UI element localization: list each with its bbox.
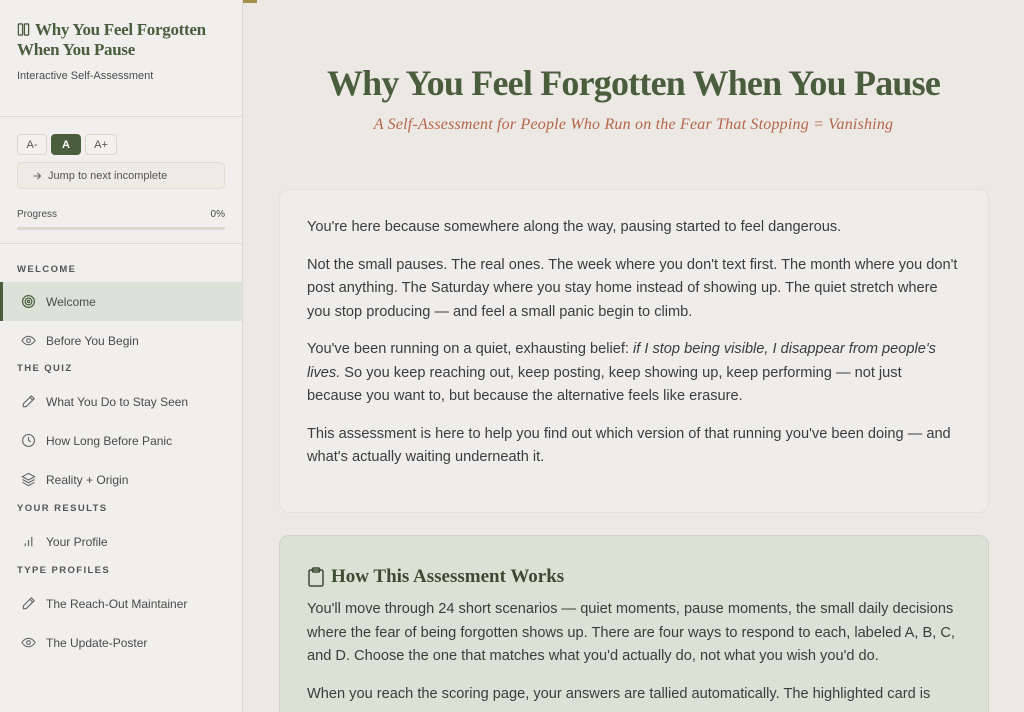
page-subtitle: A Self-Assessment for People Who Run on … <box>373 116 894 133</box>
brand-title: Why You Feel Forgotten When You Pause <box>17 20 225 60</box>
decrease-font-button[interactable]: A- <box>17 134 47 155</box>
intro-paragraph-3: You've been running on a quiet, exhausti… <box>307 338 960 409</box>
how-paragraph-2: When you reach the scoring page, your an… <box>307 685 931 712</box>
sidebar-item-label: The Update-Poster <box>46 635 148 650</box>
how-it-works-title: How This Assessment Works <box>331 566 565 587</box>
sidebar-item-reality-origin[interactable]: Reality + Origin <box>0 460 242 499</box>
sidebar-item-update-poster[interactable]: The Update-Poster <box>0 623 242 662</box>
jump-label: Jump to next incomplete <box>48 169 168 182</box>
sidebar-item-before-panic[interactable]: How Long Before Panic <box>0 421 242 460</box>
pencil-icon <box>22 395 35 408</box>
progress-bar <box>17 227 225 230</box>
default-font-button[interactable]: A <box>51 134 81 155</box>
how-paragraph-1: You'll move through 24 short scenarios —… <box>307 601 955 664</box>
sidebar-item-your-profile[interactable]: Your Profile <box>0 522 242 561</box>
layers-icon <box>21 472 36 487</box>
target-icon <box>21 294 36 309</box>
arrow-right-icon <box>33 172 42 179</box>
sidebar-item-label: The Reach-Out Maintainer <box>46 596 188 611</box>
main-content: Why You Feel Forgotten When You Pause A … <box>243 0 1024 712</box>
intro-paragraph-1: You're here because somewhere along the … <box>307 219 842 235</box>
clipboard-icon <box>308 567 324 587</box>
book-icon <box>17 23 30 36</box>
sidebar: Why You Feel Forgotten When You Pause In… <box>0 0 243 712</box>
intro-paragraph-2: Not the small pauses. The real ones. The… <box>307 256 958 320</box>
font-size-controls: A- A A+ <box>17 134 225 155</box>
nav-section-results: YOUR RESULTS <box>17 503 108 514</box>
progress-value: 0% <box>210 209 225 220</box>
eye-icon <box>21 637 36 648</box>
sidebar-item-before-you-begin[interactable]: Before You Begin <box>0 321 242 360</box>
sidebar-item-label: Reality + Origin <box>46 472 129 487</box>
jump-next-incomplete-button[interactable]: Jump to next incomplete <box>17 162 225 189</box>
sidebar-item-welcome[interactable]: Welcome <box>0 282 242 321</box>
clock-icon <box>22 434 35 447</box>
how-it-works-heading: How This Assessment Works <box>307 566 960 588</box>
sidebar-nav: WELCOME Welcome Before You Begin THE QUI… <box>0 244 242 662</box>
intro-p3-start: You've been running on a quiet, exhausti… <box>307 341 633 357</box>
sidebar-item-stay-seen[interactable]: What You Do to Stay Seen <box>0 382 242 421</box>
pencil-icon <box>22 597 35 610</box>
progress-row: Progress 0% <box>17 209 225 220</box>
eye-icon <box>21 335 36 346</box>
sidebar-controls: A- A A+ Jump to next incomplete Progress… <box>0 117 242 244</box>
how-it-works-card: How This Assessment Works You'll move th… <box>279 535 989 712</box>
bar-chart-icon <box>24 536 33 547</box>
sidebar-item-label: How Long Before Panic <box>46 433 173 448</box>
intro-p3-end: So you keep reaching out, keep posting, … <box>307 364 902 405</box>
brand-subtitle: Interactive Self-Assessment <box>17 70 154 82</box>
nav-section-quiz: THE QUIZ <box>17 363 73 374</box>
brand-title-text: Why You Feel Forgotten When You Pause <box>17 20 206 59</box>
nav-section-type-profiles: TYPE PROFILES <box>17 565 111 576</box>
sidebar-item-label: What You Do to Stay Seen <box>46 394 189 409</box>
intro-card: You're here because somewhere along the … <box>279 189 989 513</box>
sidebar-item-label: Before You Begin <box>46 333 139 348</box>
sidebar-item-label: Welcome <box>46 294 96 309</box>
intro-paragraph-4: This assessment is here to help you find… <box>307 425 951 466</box>
sidebar-item-label: Your Profile <box>46 534 108 549</box>
nav-section-welcome: WELCOME <box>17 264 77 275</box>
top-accent-bar <box>243 0 257 3</box>
page-title: Why You Feel Forgotten When You Pause <box>326 63 941 103</box>
brand: Why You Feel Forgotten When You Pause In… <box>0 0 242 117</box>
progress-label: Progress <box>17 209 58 220</box>
sidebar-item-reach-out-maintainer[interactable]: The Reach-Out Maintainer <box>0 584 242 623</box>
increase-font-button[interactable]: A+ <box>85 134 117 155</box>
